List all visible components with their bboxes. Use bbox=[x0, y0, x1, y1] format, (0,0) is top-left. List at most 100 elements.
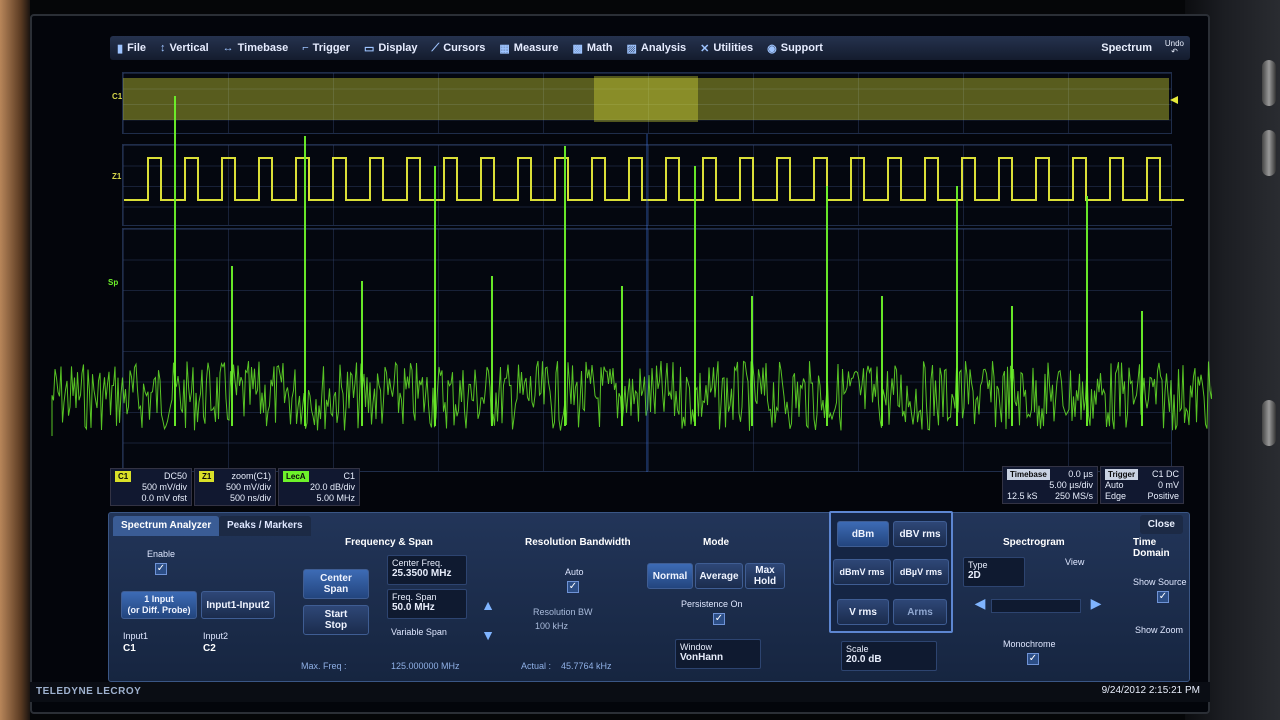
time-domain-title: Time Domain bbox=[1133, 537, 1170, 559]
c1-offset: 0.0 mV ofst bbox=[141, 493, 187, 503]
spectrum-xdiv: 5.00 MHz bbox=[316, 493, 355, 503]
scale-label: Scale bbox=[846, 644, 869, 654]
start-stop-button[interactable]: Start Stop bbox=[303, 605, 369, 635]
waveform-display bbox=[51, 76, 1212, 472]
zoom-title: zoom(C1) bbox=[231, 471, 271, 481]
max-freq-label: Max. Freq : bbox=[301, 661, 347, 671]
unit-dbm-button[interactable]: dBm bbox=[837, 521, 889, 547]
trigger-channel: C1 DC bbox=[1151, 469, 1179, 479]
window-field[interactable]: Window VonHann bbox=[675, 639, 761, 669]
spectrum-ydiv: 20.0 dB/div bbox=[309, 482, 355, 492]
rbw-actual-label: Actual : bbox=[521, 661, 552, 671]
tab-spectrum-analyzer[interactable]: Spectrum Analyzer bbox=[113, 516, 220, 536]
max-freq-value: 125.000000 MHz bbox=[391, 661, 460, 671]
mode-title: Mode bbox=[703, 537, 730, 548]
front-panel-knob-icon[interactable] bbox=[1262, 400, 1276, 446]
oscilloscope-screen: ▮ File ↕ Vertical ↔ Timebase ⌐ Trigger ▭ Display ⟋… bbox=[30, 14, 1212, 714]
timebase-samples: 12.5 kS bbox=[1007, 491, 1038, 501]
center-freq-label: Center Freq. bbox=[392, 558, 443, 568]
monochrome-checkbox[interactable]: ✓ bbox=[1027, 653, 1039, 665]
scale-value: 20.0 dB bbox=[846, 654, 882, 665]
spectrum-peaks bbox=[174, 96, 1143, 426]
freq-span-value: 50.0 MHz bbox=[392, 602, 435, 613]
trigger-mode: Auto bbox=[1105, 480, 1124, 490]
c1-coupling: DC50 bbox=[163, 471, 187, 481]
spectrum-descriptor[interactable]: LecA C1 20.0 dB/div 5.00 MHz bbox=[278, 468, 360, 506]
persistence-label: Persistence On bbox=[681, 599, 743, 609]
spectrum-source: C1 bbox=[343, 471, 355, 481]
c1-vdiv: 500 mV/div bbox=[141, 482, 187, 492]
input1-value[interactable]: C1 bbox=[123, 643, 136, 654]
spectrogram-type-field[interactable]: Type 2D bbox=[963, 557, 1025, 587]
timebase-descriptor[interactable]: Timebase 0.0 µs 5.00 µs/div 12.5 kS 250 MS… bbox=[1002, 466, 1098, 504]
spectrum-noise-floor bbox=[51, 360, 1212, 436]
close-button[interactable]: Close bbox=[1139, 515, 1183, 534]
spectrogram-right-arrow-icon[interactable]: ▶ bbox=[1083, 595, 1109, 615]
status-bar: TELEDYNE LECROY 9/24/2012 2:15:21 PM bbox=[30, 682, 1210, 702]
mode-max-hold-button[interactable]: Max Hold bbox=[745, 563, 785, 589]
zoom-tdiv: 500 ns/div bbox=[229, 493, 271, 503]
rbw-actual-value: 45.7764 kHz bbox=[561, 661, 612, 671]
c1-descriptor[interactable]: C1 DC50 500 mV/div 0.0 mV ofst bbox=[110, 468, 192, 506]
scale-field[interactable]: Scale 20.0 dB bbox=[841, 641, 937, 671]
front-panel-knob-icon[interactable] bbox=[1262, 60, 1276, 106]
c1-badge: C1 bbox=[115, 471, 132, 482]
trigger-title: Trigger bbox=[1105, 469, 1139, 480]
spectrum-badge: LecA bbox=[283, 471, 309, 482]
span-down-arrow-icon[interactable]: ▼ bbox=[475, 627, 501, 647]
brand-logo: TELEDYNE LECROY bbox=[36, 686, 142, 697]
window-label: Window bbox=[680, 642, 713, 652]
timebase-tdiv: 5.00 µs/div bbox=[1049, 480, 1093, 490]
input1-label: Input1 bbox=[123, 631, 149, 641]
span-up-arrow-icon[interactable]: ▲ bbox=[475, 597, 501, 617]
unit-a-rms-button[interactable]: Arms bbox=[893, 599, 947, 625]
timebase-rate: 250 MS/s bbox=[1054, 491, 1093, 501]
show-source-checkbox[interactable]: ✓ bbox=[1157, 591, 1169, 603]
timebase-delay: 0.0 µs bbox=[1068, 469, 1093, 479]
spectrogram-title: Spectrogram bbox=[1003, 537, 1065, 548]
trigger-type: Edge bbox=[1105, 491, 1127, 501]
spectrogram-type-label: Type bbox=[968, 560, 988, 570]
timebase-title: Timebase bbox=[1007, 469, 1050, 480]
one-input-button[interactable]: 1 Input (or Diff. Probe) bbox=[121, 591, 197, 619]
spectrogram-left-arrow-icon[interactable]: ◀ bbox=[967, 595, 993, 615]
spectrogram-view-label: View bbox=[1065, 557, 1085, 567]
rbw-value[interactable]: 100 kHz bbox=[535, 621, 568, 631]
trigger-level-marker-icon[interactable] bbox=[1170, 96, 1178, 104]
units-selector: dBm dBV rms dBmV rms dBµV rms V rms Arms bbox=[829, 511, 953, 633]
input2-label: Input2 bbox=[203, 631, 229, 641]
variable-span-label: Variable Span bbox=[391, 627, 447, 637]
mode-normal-button[interactable]: Normal bbox=[647, 563, 693, 589]
trigger-descriptor[interactable]: Trigger C1 DC Auto 0 mV Edge Positive bbox=[1100, 466, 1184, 504]
spectrogram-slider[interactable] bbox=[991, 599, 1081, 613]
zoom-region-highlight[interactable] bbox=[594, 76, 698, 122]
trigger-level: 0 mV bbox=[1157, 480, 1179, 490]
persistence-checkbox[interactable]: ✓ bbox=[713, 613, 725, 625]
unit-dbuv-rms-button[interactable]: dBµV rms bbox=[893, 559, 949, 585]
unit-v-rms-button[interactable]: V rms bbox=[837, 599, 889, 625]
front-panel-knob-icon[interactable] bbox=[1262, 130, 1276, 176]
input2-value[interactable]: C2 bbox=[203, 643, 216, 654]
show-source-label: Show Source bbox=[1133, 577, 1187, 587]
zoom-vdiv: 500 mV/div bbox=[225, 482, 271, 492]
zoom-descriptor[interactable]: Z1 zoom(C1) 500 mV/div 500 ns/div bbox=[194, 468, 276, 506]
date-time: 9/24/2012 2:15:21 PM bbox=[1101, 685, 1200, 696]
enable-label: Enable bbox=[147, 549, 176, 559]
window-value: VonHann bbox=[680, 652, 724, 663]
zoom-trace bbox=[124, 157, 1184, 201]
rbw-auto-checkbox[interactable]: ✓ bbox=[567, 581, 579, 593]
center-freq-field[interactable]: Center Freq. 25.3500 MHz bbox=[387, 555, 467, 585]
unit-dbv-rms-button[interactable]: dBV rms bbox=[893, 521, 947, 547]
rbw-title: Resolution Bandwidth bbox=[525, 537, 631, 548]
center-span-button[interactable]: Center Span bbox=[303, 569, 369, 599]
rbw-label: Resolution BW bbox=[533, 607, 593, 617]
freq-span-field[interactable]: Freq. Span 50.0 MHz bbox=[387, 589, 467, 619]
unit-dbmv-rms-button[interactable]: dBmV rms bbox=[833, 559, 891, 585]
input1-input2-button[interactable]: Input1-Input2 bbox=[201, 591, 275, 619]
rbw-auto-label: Auto bbox=[565, 567, 584, 577]
tab-peaks-markers[interactable]: Peaks / Markers bbox=[219, 516, 311, 536]
trigger-slope: Positive bbox=[1147, 491, 1179, 501]
enable-checkbox[interactable]: ✓ bbox=[155, 563, 167, 575]
center-freq-value: 25.3500 MHz bbox=[392, 568, 452, 579]
mode-average-button[interactable]: Average bbox=[695, 563, 743, 589]
